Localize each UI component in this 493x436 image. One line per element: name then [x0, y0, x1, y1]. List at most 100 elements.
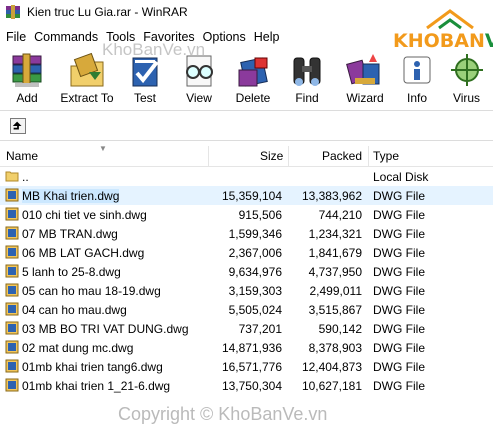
delete-icon	[238, 57, 268, 87]
file-size: 9,634,976	[228, 265, 282, 279]
file-packed: 744,210	[318, 208, 362, 222]
view-glasses-icon	[186, 55, 213, 87]
wizard-button[interactable]: Wizard	[336, 50, 394, 108]
list-item[interactable]: 04 can ho mau.dwg 5,505,024 3,515,867 DW…	[0, 300, 493, 319]
file-size: 16,571,776	[221, 360, 282, 374]
extract-to-button[interactable]: Extract To	[54, 50, 120, 108]
wizard-label: Wizard	[346, 91, 384, 105]
file-packed: 1,841,679	[308, 246, 362, 260]
dwg-file-icon	[5, 359, 19, 373]
virus-scan-icon	[450, 54, 483, 86]
file-list: .. Local Disk MB Khai trien.dwg 15,359,1…	[0, 167, 493, 395]
file-packed: 1,234,321	[308, 227, 362, 241]
file-packed: 13,383,962	[301, 189, 362, 203]
file-name: ..	[22, 170, 29, 184]
file-name: 07 MB TRAN.dwg	[22, 227, 118, 241]
file-name: 01mb khai trien 1_21-6.dwg	[22, 379, 171, 393]
menu-favorites[interactable]: Favorites	[139, 30, 198, 44]
find-button[interactable]: Find	[278, 50, 336, 108]
file-name: 04 can ho mau.dwg	[22, 303, 127, 317]
column-divider[interactable]	[368, 146, 369, 166]
view-label: View	[186, 91, 212, 105]
list-item[interactable]: 010 chi tiet ve sinh.dwg 915,506 744,210…	[0, 205, 493, 224]
find-label: Find	[295, 91, 319, 105]
list-item[interactable]: 5 lanh to 25-8.dwg 9,634,976 4,737,950 D…	[0, 262, 493, 281]
column-packed[interactable]: Packed	[322, 149, 362, 163]
column-divider[interactable]	[208, 146, 209, 166]
dwg-file-icon	[5, 245, 19, 259]
file-packed: 12,404,873	[301, 360, 362, 374]
view-button[interactable]: View	[170, 50, 228, 108]
file-type: DWG File	[373, 284, 425, 298]
file-name: 02 mat dung mc.dwg	[22, 341, 134, 355]
file-name: 06 MB LAT GACH.dwg	[22, 246, 145, 260]
list-item[interactable]: 03 MB BO TRI VAT DUNG.dwg 737,201 590,14…	[0, 319, 493, 338]
info-icon	[403, 56, 431, 84]
column-name[interactable]: Name	[6, 149, 38, 163]
wizard-icon	[346, 54, 380, 85]
column-size[interactable]: Size	[260, 149, 283, 163]
menu-tools[interactable]: Tools	[102, 30, 139, 44]
find-binoculars-icon	[293, 57, 321, 86]
list-item[interactable]: 07 MB TRAN.dwg 1,599,346 1,234,321 DWG F…	[0, 224, 493, 243]
list-item[interactable]: 05 can ho mau 18-19.dwg 3,159,303 2,499,…	[0, 281, 493, 300]
add-label: Add	[16, 91, 38, 105]
file-packed: 8,378,903	[308, 341, 362, 355]
up-arrow-icon	[12, 121, 22, 130]
file-list-header: ▼ Name Size Packed Type	[0, 144, 493, 167]
file-size: 2,367,006	[228, 246, 282, 260]
add-button[interactable]: Add	[0, 50, 54, 108]
dwg-file-icon	[5, 321, 19, 335]
list-item[interactable]: 02 mat dung mc.dwg 14,871,936 8,378,903 …	[0, 338, 493, 357]
file-size: 14,871,936	[221, 341, 282, 355]
test-label: Test	[133, 91, 156, 105]
file-packed: 2,499,011	[309, 284, 363, 298]
file-name: 05 can ho mau 18-19.dwg	[22, 284, 161, 298]
list-item[interactable]: 01mb khai trien tang6.dwg 16,571,776 12,…	[0, 357, 493, 376]
winrar-app-icon	[6, 5, 20, 19]
test-check-icon	[132, 57, 159, 87]
column-type[interactable]: Type	[373, 149, 399, 163]
sort-indicator-icon: ▼	[99, 144, 107, 153]
file-type: DWG File	[373, 322, 425, 336]
menu-file[interactable]: File	[0, 30, 30, 44]
file-size: 15,359,104	[221, 189, 282, 203]
file-packed: 10,627,181	[301, 379, 362, 393]
file-size: 737,201	[238, 322, 282, 336]
file-type: DWG File	[373, 379, 425, 393]
file-type: DWG File	[373, 246, 425, 260]
file-type: DWG File	[373, 360, 425, 374]
list-item-selected[interactable]: MB Khai trien.dwg 15,359,104 13,383,962 …	[0, 186, 493, 205]
dwg-file-icon	[5, 340, 19, 354]
menu-options[interactable]: Options	[199, 30, 250, 44]
file-type: DWG File	[373, 341, 425, 355]
menu-bar: File Commands Tools Favorites Options He…	[0, 27, 493, 47]
file-type: DWG File	[373, 227, 425, 241]
dwg-file-icon	[5, 302, 19, 316]
menu-help[interactable]: Help	[250, 30, 284, 44]
file-name: 5 lanh to 25-8.dwg	[22, 265, 121, 279]
delete-button[interactable]: Delete	[228, 50, 278, 108]
dwg-file-icon	[5, 226, 19, 240]
extract-to-label: Extract To	[60, 91, 114, 105]
dwg-file-icon	[5, 283, 19, 297]
menu-commands[interactable]: Commands	[30, 30, 102, 44]
file-type: DWG File	[373, 265, 425, 279]
list-item[interactable]: 06 MB LAT GACH.dwg 2,367,006 1,841,679 D…	[0, 243, 493, 262]
list-item[interactable]: 01mb khai trien 1_21-6.dwg 13,750,304 10…	[0, 376, 493, 395]
delete-label: Delete	[235, 91, 271, 105]
test-button[interactable]: Test	[120, 50, 170, 108]
add-books-icon	[12, 53, 42, 87]
column-divider[interactable]	[288, 146, 289, 166]
up-one-level-button[interactable]	[10, 118, 26, 134]
file-type: Local Disk	[373, 170, 429, 184]
virus-scan-button[interactable]: Virus	[440, 50, 493, 108]
file-size: 3,159,303	[228, 284, 282, 298]
list-item-parent[interactable]: .. Local Disk	[0, 167, 493, 186]
dwg-file-icon	[5, 188, 19, 202]
file-name: MB Khai trien.dwg	[22, 189, 120, 203]
info-label: Info	[406, 91, 427, 105]
window-title: Kien truc Lu Gia.rar - WinRAR	[27, 5, 188, 19]
info-button[interactable]: Info	[394, 50, 440, 108]
toolbar: Add Extract To Test View Delete Find Wiz…	[0, 50, 493, 108]
